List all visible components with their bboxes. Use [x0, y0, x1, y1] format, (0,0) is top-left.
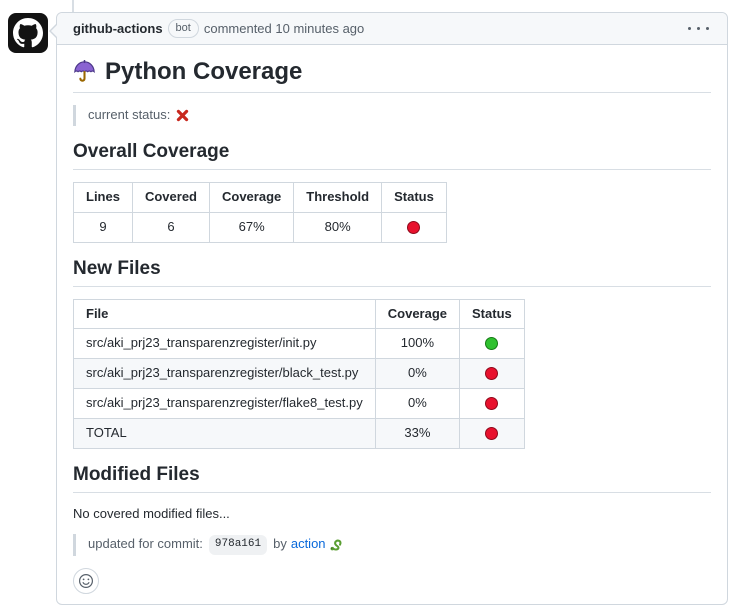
section-heading-overall: Overall Coverage [73, 140, 711, 170]
commit-line-prefix: updated for commit: [88, 535, 203, 554]
column-header: Status [460, 299, 525, 329]
column-header: Coverage [375, 299, 459, 329]
column-header: Covered [132, 182, 209, 212]
file-cell: src/aki_prj23_transparenzregister/init.p… [74, 329, 376, 359]
table-row: src/aki_prj23_transparenzregister/flake8… [74, 389, 525, 419]
smiley-icon [78, 573, 94, 589]
comment-card: github-actions bot commented 10 minutes … [56, 12, 728, 605]
commit-sha-badge: 978a161 [209, 535, 267, 555]
reaction-button[interactable] [73, 568, 99, 594]
file-cell: src/aki_prj23_transparenzregister/black_… [74, 359, 376, 389]
cross-mark-icon [176, 109, 189, 122]
kebab-menu-button[interactable] [686, 23, 711, 34]
threshold-cell: 80% [294, 212, 382, 242]
table-row: src/aki_prj23_transparenzregister/init.p… [74, 329, 525, 359]
umbrella-icon [73, 60, 96, 83]
comment-header: github-actions bot commented 10 minutes … [57, 13, 727, 45]
action-link[interactable]: action [291, 535, 326, 554]
new-files-table: File Coverage Status src/aki_prj23_trans… [73, 299, 525, 449]
column-header: Lines [74, 182, 133, 212]
coverage-cell: 33% [375, 418, 459, 448]
column-header: File [74, 299, 376, 329]
section-heading-new-files: New Files [73, 257, 711, 287]
coverage-cell: 100% [375, 329, 459, 359]
status-cell [460, 359, 525, 389]
overall-coverage-table: Lines Covered Coverage Threshold Status … [73, 182, 447, 243]
covered-cell: 6 [132, 212, 209, 242]
report-title: Python Coverage [73, 57, 711, 93]
report-title-text: Python Coverage [105, 57, 302, 86]
lines-cell: 9 [74, 212, 133, 242]
status-dot [485, 427, 498, 440]
table-row: 9 6 67% 80% [74, 212, 447, 242]
bot-badge: bot [168, 19, 199, 38]
table-header-row: Lines Covered Coverage Threshold Status [74, 182, 447, 212]
file-cell: TOTAL [74, 418, 376, 448]
status-dot [485, 397, 498, 410]
github-logo-icon [13, 18, 43, 48]
comment-timestamp[interactable]: commented 10 minutes ago [204, 21, 364, 36]
section-heading-modified-files: Modified Files [73, 463, 711, 493]
status-cell [460, 389, 525, 419]
commit-blockquote: updated for commit: 978a161 by action [73, 534, 711, 556]
file-cell: src/aki_prj23_transparenzregister/flake8… [74, 389, 376, 419]
status-dot [485, 367, 498, 380]
column-header: Status [382, 182, 447, 212]
comment-caret [49, 23, 57, 39]
coverage-cell: 0% [375, 389, 459, 419]
column-header: Coverage [210, 182, 294, 212]
table-row: TOTAL 33% [74, 418, 525, 448]
snake-icon [328, 537, 343, 552]
comment-body: Python Coverage current status: Overall … [57, 45, 727, 604]
avatar[interactable] [8, 13, 48, 53]
status-dot [407, 221, 420, 234]
coverage-cell: 0% [375, 359, 459, 389]
no-modified-files-text: No covered modified files... [73, 505, 711, 524]
status-label: current status: [88, 106, 170, 125]
status-cell [382, 212, 447, 242]
table-row: src/aki_prj23_transparenzregister/black_… [74, 359, 525, 389]
table-header-row: File Coverage Status [74, 299, 525, 329]
commit-line-connector: by [273, 535, 287, 554]
status-blockquote: current status: [73, 105, 711, 126]
coverage-cell: 67% [210, 212, 294, 242]
author-name[interactable]: github-actions [73, 21, 163, 36]
column-header: Threshold [294, 182, 382, 212]
status-cell [460, 418, 525, 448]
kebab-icon [688, 27, 709, 30]
status-dot [485, 337, 498, 350]
status-cell [460, 329, 525, 359]
